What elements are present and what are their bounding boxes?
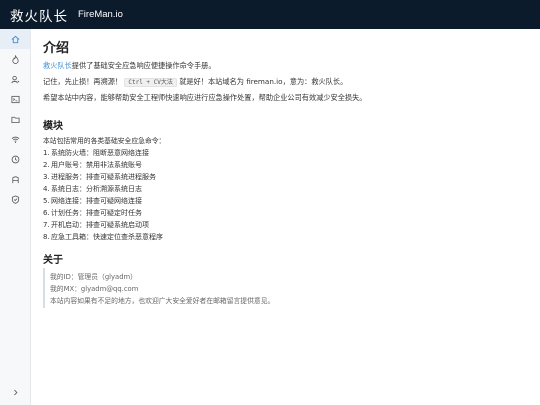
list-item-number: 7. [43,221,50,229]
site-title[interactable]: 救火队长 [10,5,68,25]
modules-heading: 模块 [43,121,63,132]
about-id: 我的ID：管理员（glyadm） [50,273,137,281]
intro-code-snippet: Ctrl + CV大法 [124,78,177,87]
home-icon [11,35,19,43]
terminal-icon [10,95,20,103]
intro-p2-text-c: ，意为：救火队长。 [282,77,348,86]
toolbox-icon [11,175,19,183]
wifi-icon [11,136,19,143]
list-item-text: 开机启动：排查可疑系统启动项 [51,221,149,229]
site-domain[interactable]: FireMan.io [78,9,123,20]
about-note: 本站内容如果有不足的地方，也欢迎广大安全爱好者在邮箱留言提供意见。 [50,297,275,305]
clock-icon [11,155,19,163]
list-item-number: 1. [43,149,50,157]
list-item: 5.网络连接：排查可疑网络连接 [43,196,142,206]
intro-p2-text-a: 记住，先止损！再溯源！ [43,77,123,86]
list-item-number: 2. [43,161,50,169]
intro-link[interactable]: 救火队长 [43,61,72,70]
list-item-number: 8. [43,233,50,241]
list-item-text: 系统防火墙：阻断恶意网络连接 [51,149,149,157]
about-heading: 关于 [43,255,63,266]
list-item-number: 4. [43,185,50,193]
intro-p2-text-b: 就是好！本站域名为 [179,77,244,86]
list-item: 1.系统防火墙：阻断恶意网络连接 [43,148,149,158]
chevron-right-icon [13,389,17,395]
list-item: 3.进程服务：排查可疑系统进程服务 [43,172,156,182]
list-item-text: 网络连接：排查可疑网络连接 [51,197,142,205]
modules-description: 本站包括常用的各类基础安全应急命令： [43,137,166,145]
list-item: 2.用户账号：禁用非法系统账号 [43,160,142,170]
sidebar-item-logs[interactable] [0,109,30,129]
sidebar-item-network[interactable] [0,129,30,149]
sidebar-expand-button[interactable] [0,385,30,399]
sidebar-item-accounts[interactable] [0,69,30,89]
list-item-text: 计划任务：排查可疑定时任务 [51,209,142,217]
list-item-number: 6. [43,209,50,217]
intro-domain: fireman.io [246,77,283,86]
sidebar-item-processes[interactable] [0,89,30,109]
list-item: 6.计划任务：排查可疑定时任务 [43,208,142,218]
list-item: 8.应急工具箱：快速定位查杀恶意程序 [43,232,163,242]
list-item-text: 进程服务：排查可疑系统进程服务 [51,173,156,181]
main-content: 介绍 救火队长提供了基础安全应急响应便捷操作命令手册。 记住，先止损！再溯源！ … [43,29,540,405]
list-item-text: 系统日志：分析溯源系统日志 [51,185,142,193]
top-header: 救火队长 FireMan.io [0,0,540,29]
shield-icon [11,194,19,204]
list-item: 7.开机启动：排查可疑系统启动项 [43,220,149,230]
intro-paragraph-2: 记住，先止损！再溯源！ Ctrl + CV大法 就是好！本站域名为 firema… [43,77,347,88]
about-blockquote: 我的ID：管理员（glyadm） 我的MX：glyadm@qq.com 本站内容… [43,268,303,308]
flame-icon [11,54,19,64]
list-item-number: 5. [43,197,50,205]
sidebar-item-startup[interactable] [0,169,30,189]
list-item: 4.系统日志：分析溯源系统日志 [43,184,142,194]
intro-paragraph-1: 救火队长提供了基础安全应急响应便捷操作命令手册。 [43,61,216,71]
sidebar-item-toolbox[interactable] [0,189,30,209]
intro-p1-text: 提供了基础安全应急响应便捷操作命令手册。 [71,61,216,70]
list-item-number: 3. [43,173,50,181]
sidebar-item-home[interactable] [0,29,30,49]
list-item-text: 应急工具箱：快速定位查杀恶意程序 [51,233,163,241]
intro-heading: 介绍 [43,41,70,56]
user-search-icon [10,75,19,83]
sidebar-item-schedules[interactable] [0,149,30,169]
list-item-text: 用户账号：禁用非法系统账号 [51,161,142,169]
intro-paragraph-3: 希望本站中内容，能够帮助安全工程师快速响应进行应急操作处置，帮助企业公司有效减少… [43,93,367,102]
sidebar-item-firewall[interactable] [0,49,30,69]
folder-icon [10,116,20,123]
sidebar [0,29,31,405]
about-email: 我的MX：glyadm@qq.com [50,285,139,293]
